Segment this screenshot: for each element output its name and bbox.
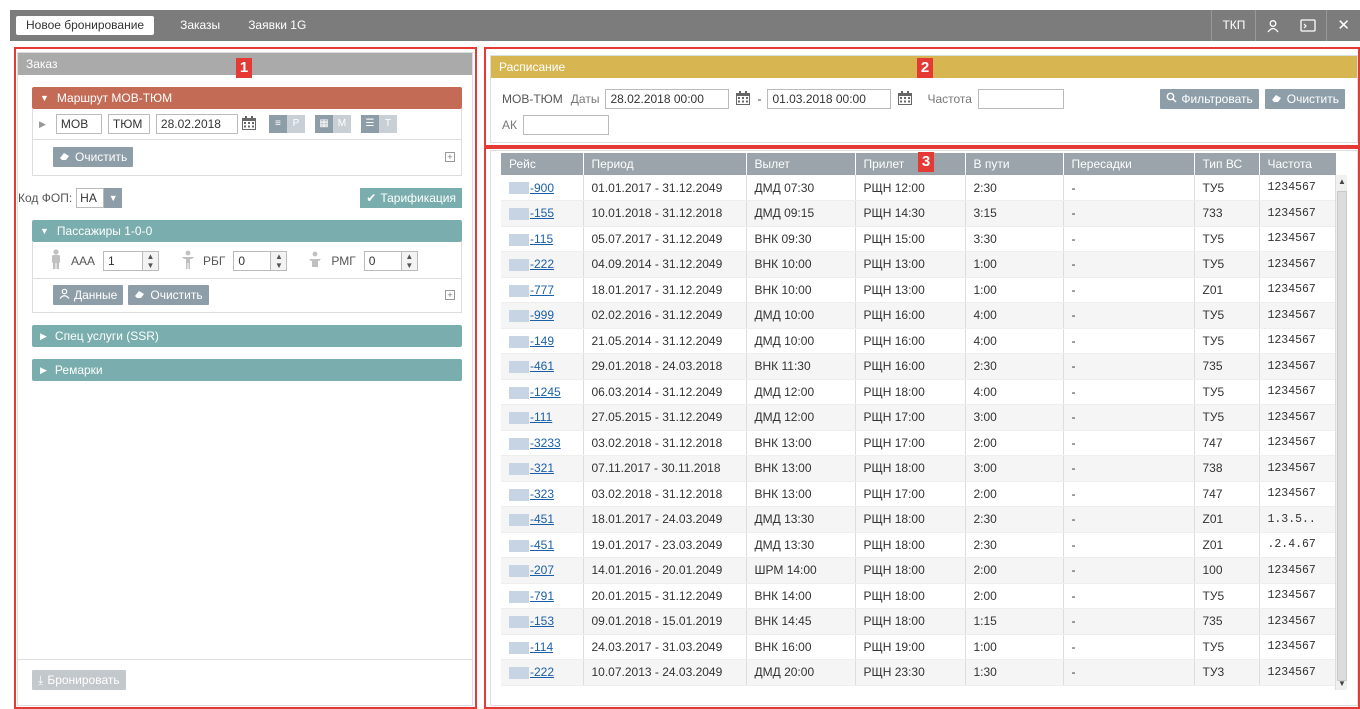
- annotation-label-3: 3: [918, 152, 934, 172]
- annotation-frame-3: [484, 147, 1360, 709]
- top-bar: Новое бронирование Заказы Заявки 1G ТКП …: [10, 10, 1360, 41]
- annotation-frame-1: [14, 47, 477, 709]
- tab-requests-1g[interactable]: Заявки 1G: [234, 10, 320, 41]
- terminal-icon[interactable]: [1290, 10, 1326, 41]
- tkp-link[interactable]: ТКП: [1211, 10, 1255, 41]
- tab-orders[interactable]: Заказы: [166, 10, 234, 41]
- annotation-label-2: 2: [917, 58, 933, 78]
- close-icon[interactable]: ✕: [1326, 10, 1360, 41]
- tab-new-booking[interactable]: Новое бронирование: [16, 16, 155, 35]
- annotation-label-1: 1: [236, 58, 252, 78]
- user-icon[interactable]: [1255, 10, 1290, 41]
